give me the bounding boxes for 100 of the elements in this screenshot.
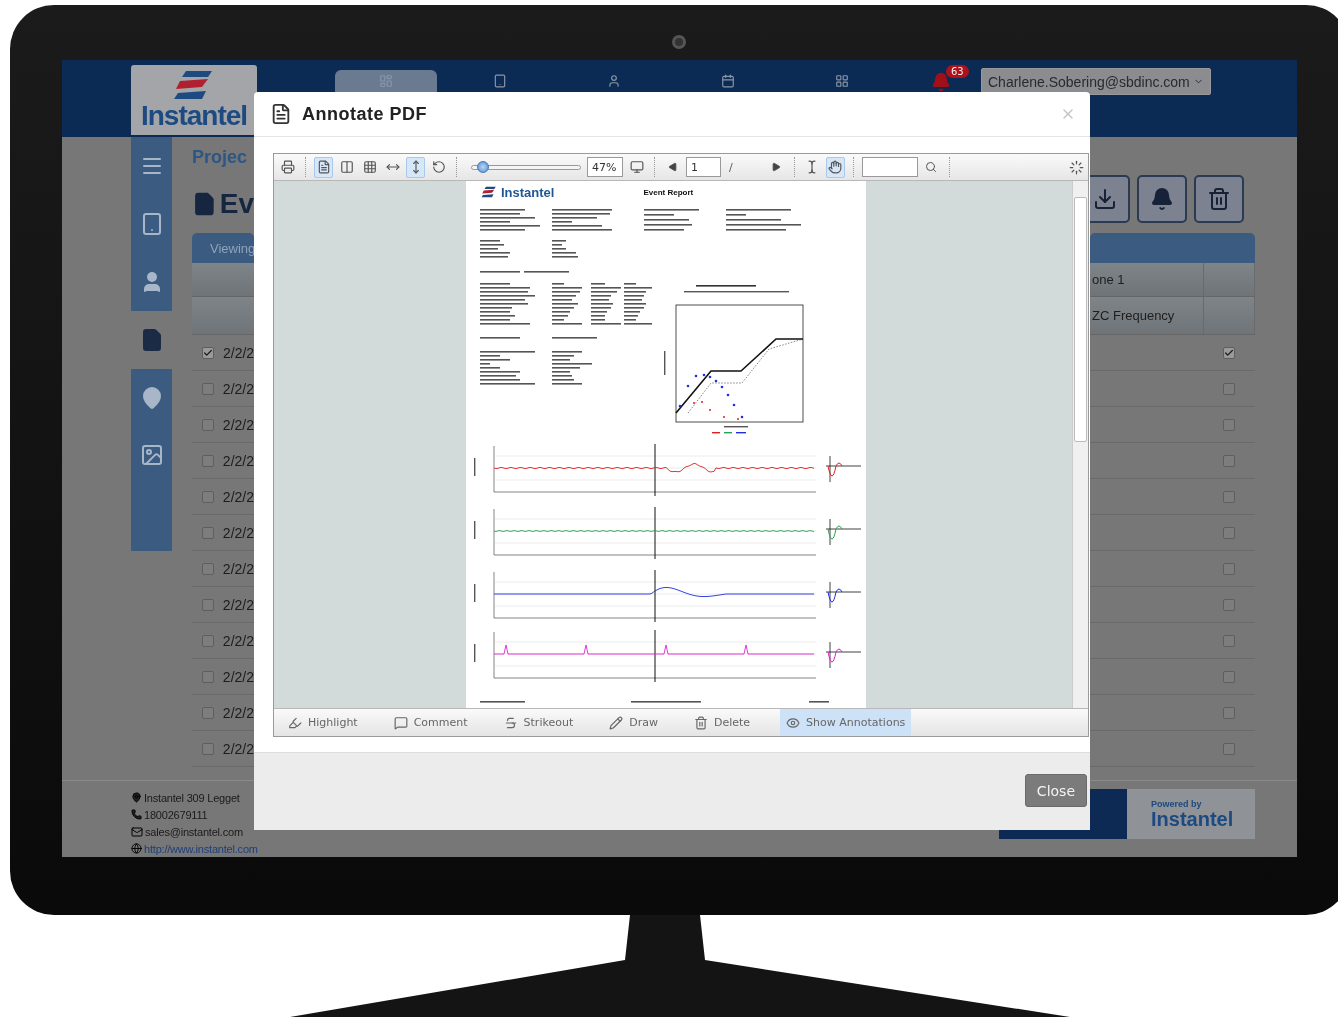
date-cell: 2/2/2 (222, 452, 254, 469)
row-checkbox[interactable] (1223, 634, 1235, 647)
notification-badge: 63 (946, 65, 969, 78)
annotation-tool[interactable]: Highlight (282, 709, 364, 736)
comment-icon (393, 715, 408, 730)
spinner-icon (1069, 159, 1084, 175)
row-checkbox[interactable] (1223, 382, 1235, 395)
user-menu[interactable]: Charlene.Sobering@sbdinc.com (981, 68, 1211, 95)
row-checkbox[interactable] (1223, 526, 1235, 539)
data-point (694, 374, 698, 378)
row-checkbox[interactable] (202, 490, 214, 503)
page-title: Ev (219, 187, 254, 221)
legend-drawing (712, 426, 748, 434)
data-point (726, 393, 730, 397)
camera-icon (672, 35, 686, 49)
strikethrough-icon (503, 715, 518, 730)
row-checkbox[interactable] (202, 598, 214, 611)
toolbar-button[interactable] (825, 156, 845, 178)
row-checkbox[interactable] (1223, 742, 1235, 755)
date-cell: 2/2/2 (222, 380, 254, 397)
row-checkbox[interactable] (202, 562, 214, 575)
data-point (714, 379, 718, 383)
row-checkbox[interactable] (202, 670, 214, 683)
left-triangle-icon (667, 162, 678, 172)
calendar-icon (721, 74, 735, 88)
row-checkbox[interactable] (1223, 670, 1235, 683)
data-point (708, 375, 712, 379)
report-title: Event Report (643, 187, 694, 197)
row-checkbox[interactable] (202, 346, 214, 359)
search-icon (925, 161, 938, 173)
eye-icon (786, 715, 801, 730)
data-point (678, 404, 682, 408)
row-checkbox[interactable] (202, 526, 214, 539)
sidebar-item[interactable] (131, 369, 172, 427)
delete-button[interactable] (1194, 175, 1244, 223)
axis-label-drawing (664, 351, 666, 375)
row-checkbox[interactable] (202, 634, 214, 647)
row-checkbox[interactable] (1223, 454, 1235, 467)
grid-icon (362, 160, 377, 174)
toolbar-button[interactable] (406, 156, 425, 178)
row-checkbox[interactable] (202, 382, 214, 395)
email-text: sales@instantel.com (145, 825, 243, 838)
slider-thumb[interactable] (476, 160, 489, 173)
logo-stripes-icon (480, 186, 498, 198)
right-triangle-icon (771, 162, 782, 172)
date-cell: 2/2/2 (222, 416, 254, 433)
powered-by-text: Powered by (1151, 799, 1203, 809)
zoom-field[interactable]: 47% (587, 157, 623, 177)
dialog-title: Annotate PDF (302, 103, 427, 125)
row-checkbox[interactable] (202, 706, 214, 719)
sidebar-item[interactable] (131, 137, 172, 195)
logo-text: Instantel (140, 101, 248, 131)
person-icon (607, 74, 621, 88)
scrollbar[interactable] (1072, 181, 1088, 708)
toolbar-button[interactable] (314, 156, 333, 178)
close-button[interactable]: Close (1024, 774, 1087, 807)
row-checkbox[interactable] (1223, 598, 1235, 611)
row-checkbox[interactable] (202, 454, 214, 467)
annotation-tool[interactable]: Draw (603, 709, 664, 736)
scrollbar-thumb[interactable] (1074, 197, 1087, 442)
sidebar-item[interactable] (131, 427, 172, 551)
row-checkbox[interactable] (202, 742, 214, 755)
row-checkbox[interactable] (202, 418, 214, 431)
check-icon (1224, 347, 1234, 358)
date-cell: 2/2/2 (222, 704, 254, 721)
row-checkbox[interactable] (1223, 706, 1235, 719)
document-icon (270, 103, 292, 125)
check-icon (203, 347, 213, 358)
annotation-tool[interactable]: Comment (387, 709, 474, 736)
grid-icon (835, 74, 849, 88)
row-checkbox[interactable] (1223, 562, 1235, 575)
highlighter-icon (288, 715, 302, 730)
date-cell: 2/2/2 (222, 632, 254, 649)
download-icon (1093, 187, 1117, 211)
image-icon (139, 443, 164, 467)
table-header (192, 263, 254, 297)
table-header (192, 297, 254, 335)
date-cell: 2/2/2 (222, 740, 254, 757)
address-text: Instantel 309 Legget (144, 791, 240, 804)
annotation-tool[interactable]: Delete (687, 709, 757, 736)
date-cell: 2/2/2 (222, 596, 254, 613)
annotation-tool[interactable]: Show Annotations (780, 709, 912, 736)
search-field[interactable] (861, 157, 918, 177)
data-point (732, 403, 736, 407)
page-icon (316, 160, 331, 174)
monitor-icon (629, 160, 644, 174)
annotation-tool[interactable]: Strikeout (497, 709, 580, 736)
brand-text: Instantel (1151, 809, 1235, 829)
tablet-icon (493, 74, 507, 88)
alert-button[interactable] (1137, 175, 1187, 223)
sidebar-item[interactable] (131, 253, 172, 311)
zoom-slider[interactable] (471, 164, 581, 170)
row-checkbox[interactable] (1223, 418, 1235, 431)
bell-icon (1150, 187, 1174, 211)
mail-icon (131, 825, 143, 838)
two-columns-icon (339, 160, 354, 174)
row-checkbox[interactable] (1223, 490, 1235, 503)
row-checkbox[interactable] (1223, 346, 1235, 359)
phone-icon (131, 809, 142, 820)
page-field[interactable]: 1 (686, 157, 721, 177)
